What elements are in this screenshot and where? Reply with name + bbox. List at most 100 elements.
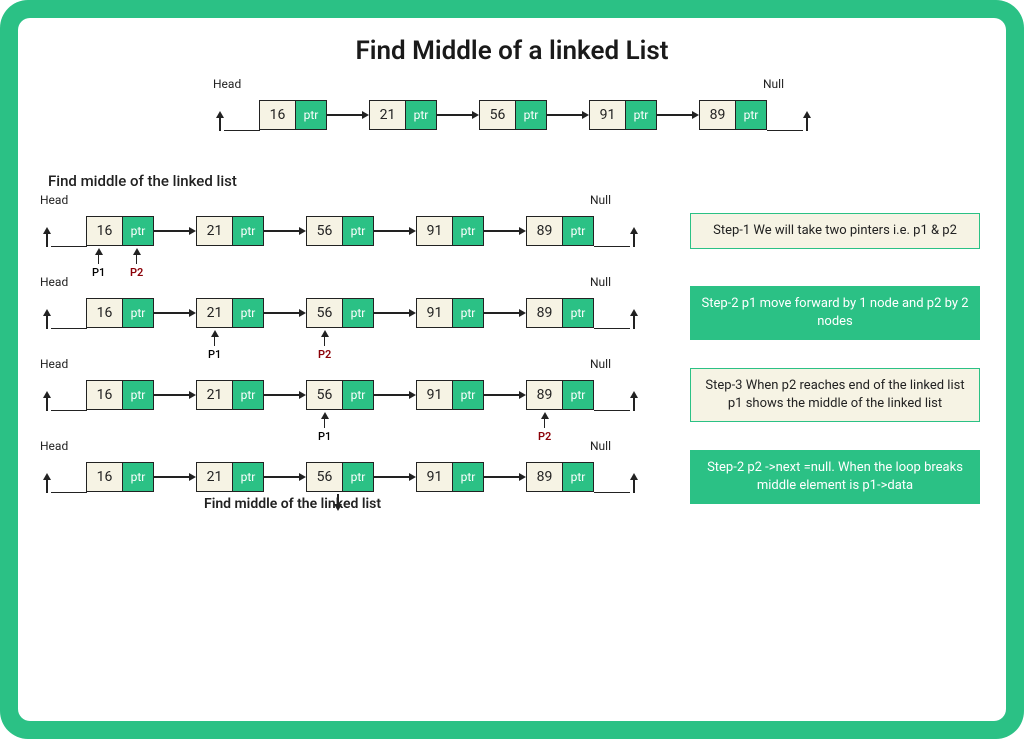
- node-value: 89: [527, 381, 563, 409]
- arrow-icon: [374, 462, 416, 492]
- node-ptr: ptr: [453, 463, 483, 491]
- node: 16ptr: [86, 462, 154, 492]
- arrow-icon: [264, 462, 306, 492]
- head-marker: Head: [217, 99, 259, 131]
- node-value: 91: [417, 381, 453, 409]
- null-marker: Null: [767, 99, 807, 131]
- page-title: Find Middle of a linked List: [44, 36, 980, 66]
- node-ptr: ptr: [123, 463, 153, 491]
- node-value: 21: [197, 217, 233, 245]
- arrow-icon: [657, 100, 699, 130]
- head-marker: Head: [44, 379, 86, 411]
- arrow-icon: [154, 216, 196, 246]
- node-value: 89: [527, 299, 563, 327]
- node: 89ptr: [526, 216, 594, 246]
- arrow-icon: [374, 380, 416, 410]
- node-ptr: ptr: [233, 299, 263, 327]
- node: 91ptr: [416, 216, 484, 246]
- null-marker: Null: [594, 215, 634, 247]
- step-caption-1: Step-1 We will take two pinters i.e. p1 …: [690, 213, 980, 249]
- node-value: 16: [87, 299, 123, 327]
- null-label: Null: [590, 439, 611, 453]
- node: 16ptr: [259, 100, 327, 130]
- linked-list: Head 16ptr 21ptr 56ptr 91ptr 89ptr: [44, 442, 664, 512]
- node: 16ptr P1 P2: [86, 216, 154, 246]
- null-marker: Null: [594, 297, 634, 329]
- head-label: Head: [40, 193, 68, 207]
- node-value: 21: [197, 381, 233, 409]
- node: 89ptr: [526, 298, 594, 328]
- node: 21ptr: [196, 462, 264, 492]
- head-label: Head: [40, 439, 68, 453]
- step-row-2: Head 16ptr 21ptr P1 56ptr P2 91: [44, 278, 980, 348]
- node-ptr: ptr: [563, 217, 593, 245]
- node-ptr: ptr: [516, 101, 546, 129]
- node-ptr: ptr: [563, 463, 593, 491]
- node: 56ptr P2: [306, 298, 374, 328]
- node: 21ptr: [196, 216, 264, 246]
- node-ptr: ptr: [406, 101, 436, 129]
- null-label: Null: [763, 77, 784, 91]
- pointer-p2: P2: [318, 330, 331, 361]
- node-ptr: ptr: [563, 299, 593, 327]
- arrow-icon: [327, 100, 369, 130]
- node-ptr: ptr: [233, 217, 263, 245]
- arrow-icon: [264, 298, 306, 328]
- arrow-icon: [484, 216, 526, 246]
- node-ptr: ptr: [453, 381, 483, 409]
- node-value: 56: [307, 463, 343, 491]
- linked-list: Head 16ptr 21ptr 56ptr P1 91ptr 8: [44, 360, 664, 430]
- node-value: 91: [417, 463, 453, 491]
- node: 21ptr: [369, 100, 437, 130]
- null-label: Null: [590, 357, 611, 371]
- arrow-icon: [154, 298, 196, 328]
- intro-linked-list: Head 16ptr 21ptr 56ptr 91ptr 89ptr Null: [44, 80, 980, 150]
- linked-list: Head 16ptr P1 P2 21ptr 56ptr 91ptr: [44, 196, 664, 266]
- node-ptr: ptr: [123, 299, 153, 327]
- node: 89ptr: [699, 100, 767, 130]
- linked-list: Head 16ptr 21ptr 56ptr 91ptr 89ptr Null: [217, 80, 807, 150]
- node-value: 89: [527, 217, 563, 245]
- step-row-4: Head 16ptr 21ptr 56ptr 91ptr 89ptr: [44, 442, 980, 512]
- node: 91ptr: [416, 298, 484, 328]
- arrow-icon: [484, 380, 526, 410]
- step-caption-4: Step-2 p2 ->next =null. When the loop br…: [690, 450, 980, 503]
- node-ptr: ptr: [233, 381, 263, 409]
- arrow-icon: [484, 462, 526, 492]
- arrow-icon: [547, 100, 589, 130]
- node-value: 16: [87, 217, 123, 245]
- step-caption-2: Step-2 p1 move forward by 1 node and p2 …: [690, 286, 980, 339]
- null-marker: Null: [594, 379, 634, 411]
- node: 56ptr P1: [306, 380, 374, 410]
- node: 21ptr: [196, 380, 264, 410]
- section-subtitle: Find middle of the linked list: [48, 172, 980, 190]
- node: 89ptr: [526, 462, 594, 492]
- node-ptr: ptr: [343, 217, 373, 245]
- node-ptr: ptr: [123, 381, 153, 409]
- node: 91ptr: [416, 462, 484, 492]
- canvas: Find Middle of a linked List Head 16ptr …: [18, 18, 1006, 721]
- node-ptr: ptr: [453, 299, 483, 327]
- step-row-3: Head 16ptr 21ptr 56ptr P1 91ptr 8: [44, 360, 980, 430]
- node-ptr: ptr: [343, 463, 373, 491]
- node-value: 56: [480, 101, 516, 129]
- arrow-icon: [374, 216, 416, 246]
- pointer-p2: P2: [130, 248, 143, 279]
- node-ptr: ptr: [626, 101, 656, 129]
- head-marker: Head: [44, 215, 86, 247]
- arrow-icon: [264, 216, 306, 246]
- pointer-p2: P2: [538, 412, 551, 443]
- node: 21ptr P1: [196, 298, 264, 328]
- node-value: 21: [370, 101, 406, 129]
- node: 16ptr: [86, 298, 154, 328]
- step-row-1: Head 16ptr P1 P2 21ptr 56ptr 91ptr: [44, 196, 980, 266]
- head-label: Head: [213, 77, 241, 91]
- pointer-p1: P1: [208, 330, 221, 361]
- node-value: 16: [87, 463, 123, 491]
- null-marker: Null: [594, 461, 634, 493]
- step-caption-3: Step-3 When p2 reaches end of the linked…: [690, 368, 980, 421]
- middle-caption: Find middle of the linked list: [204, 496, 381, 512]
- node: 91ptr: [589, 100, 657, 130]
- node-ptr: ptr: [343, 381, 373, 409]
- node-value: 91: [590, 101, 626, 129]
